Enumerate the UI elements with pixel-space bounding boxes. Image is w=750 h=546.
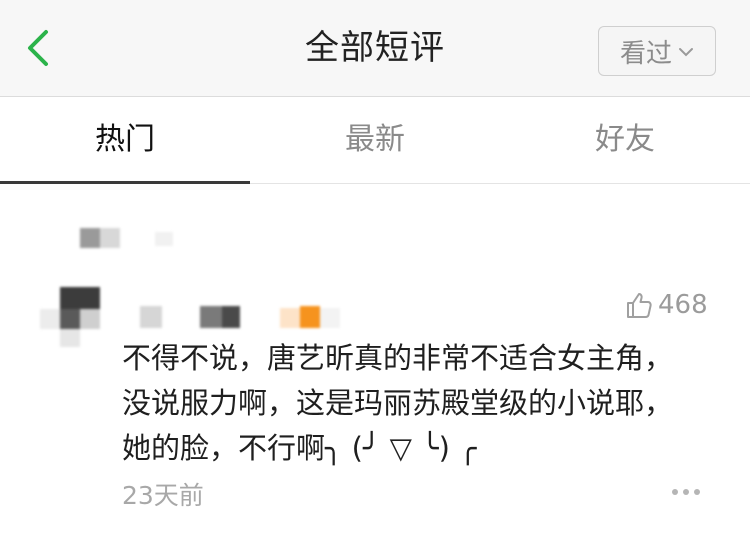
comment-text: 不得不说，唐艺昕真的非常不适合女主角， 没说服力啊，这是玛丽苏殿堂级的小说耶， …: [122, 341, 674, 465]
thumbs-up-icon: [627, 293, 652, 318]
comment-time: 23天前: [122, 481, 204, 510]
nav-bar: 全部短评 看过: [0, 0, 750, 97]
seen-filter-button[interactable]: 看过: [598, 26, 716, 76]
avatar[interactable]: [40, 287, 102, 349]
back-icon[interactable]: [22, 28, 56, 68]
redacted-username: [80, 228, 180, 248]
tab-friends[interactable]: 好友: [500, 97, 750, 183]
more-options-icon[interactable]: [672, 482, 712, 502]
seen-filter-label: 看过: [619, 38, 672, 69]
like-button[interactable]: 468: [624, 290, 708, 320]
tab-latest[interactable]: 最新: [250, 97, 500, 183]
chevron-down-icon: [679, 48, 693, 57]
tab-hot[interactable]: 热门: [0, 97, 250, 184]
redacted-user-info: [140, 306, 350, 328]
tab-bar: 热门 最新 好友: [0, 97, 750, 184]
like-count: 468: [658, 290, 708, 320]
